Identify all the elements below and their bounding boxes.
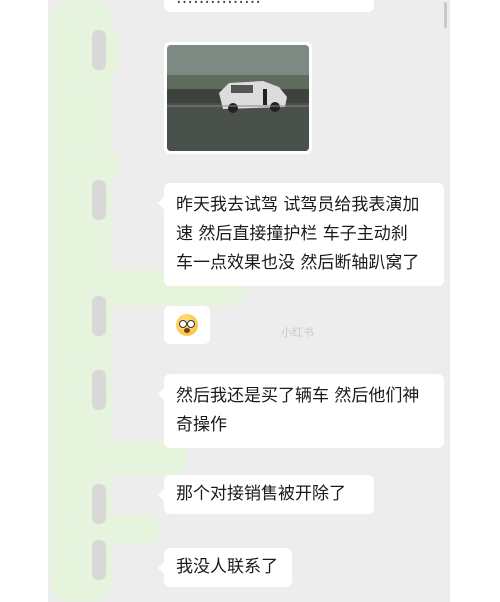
avatar[interactable] — [92, 30, 106, 70]
car-photo — [167, 45, 309, 151]
message-bubble-partial[interactable]: …………… — [164, 0, 374, 12]
redaction-overlay — [50, 150, 120, 180]
chat-screen: …………… 昨天我去试驾 试驾员给我表演加 速 然后直接撞护栏 车子主动刹 车一… — [48, 0, 450, 602]
message-bubble[interactable]: 我没人联系了 — [158, 548, 292, 587]
avatar[interactable] — [92, 296, 106, 336]
message-text: 昨天我去试驾 试驾员给我表演加 — [176, 195, 420, 215]
message-text: 速 然后直接撞护栏 车子主动刹 — [176, 224, 408, 244]
scrollbar[interactable] — [444, 2, 447, 28]
message-bubble[interactable]: 昨天我去试驾 试驾员给我表演加 速 然后直接撞护栏 车子主动刹 车一点效果也没 … — [158, 183, 444, 286]
avatar[interactable] — [92, 540, 106, 580]
message-text: 车一点效果也没 然后断轴趴窝了 — [176, 253, 420, 273]
message-text: 奇操作 — [176, 415, 227, 435]
message-bubble[interactable]: 那个对接销售被开除了 — [158, 475, 374, 514]
redaction-overlay — [50, 20, 120, 80]
message-text: 然后我还是买了辆车 然后他们神 — [176, 386, 420, 406]
message-text: 那个对接销售被开除了 — [176, 484, 346, 504]
message-text: …………… — [176, 0, 261, 8]
message-text: 我没人联系了 — [176, 557, 278, 577]
flushed-face-icon — [176, 314, 198, 336]
avatar[interactable] — [92, 180, 106, 220]
message-emoji[interactable] — [164, 306, 210, 344]
avatar[interactable] — [92, 484, 106, 524]
message-bubble[interactable]: 然后我还是买了辆车 然后他们神 奇操作 — [158, 374, 444, 448]
avatar[interactable] — [92, 370, 106, 410]
watermark: 小红书 — [281, 326, 314, 339]
car-photo-illustration — [167, 45, 309, 151]
message-image[interactable] — [164, 42, 312, 154]
